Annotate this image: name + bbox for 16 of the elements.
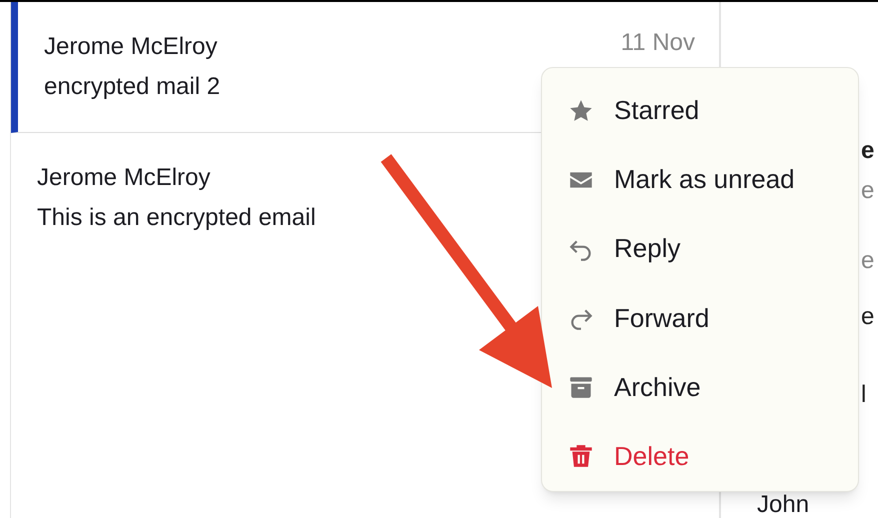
reading-pane-text: e [861, 176, 874, 206]
reading-pane-text: e [861, 136, 874, 166]
sender-name: Jerome McElroy [44, 32, 218, 62]
message-subject: encrypted mail 2 [44, 72, 220, 102]
menu-item[interactable]: Forward [542, 284, 858, 353]
menu-item[interactable]: Delete [542, 422, 858, 492]
message-subject: This is an encrypted email [37, 203, 316, 233]
trash-icon [568, 443, 594, 470]
menu-item[interactable]: Archive [542, 352, 858, 422]
reading-pane-text: e [861, 246, 874, 276]
message-date: 11 Nov [620, 28, 695, 58]
signature-text: John [757, 493, 810, 517]
reading-pane-text: l [861, 380, 866, 410]
reading-pane-text: e [861, 302, 874, 332]
star-icon [568, 98, 594, 124]
sender-name: Jerome McElroy [37, 163, 210, 193]
